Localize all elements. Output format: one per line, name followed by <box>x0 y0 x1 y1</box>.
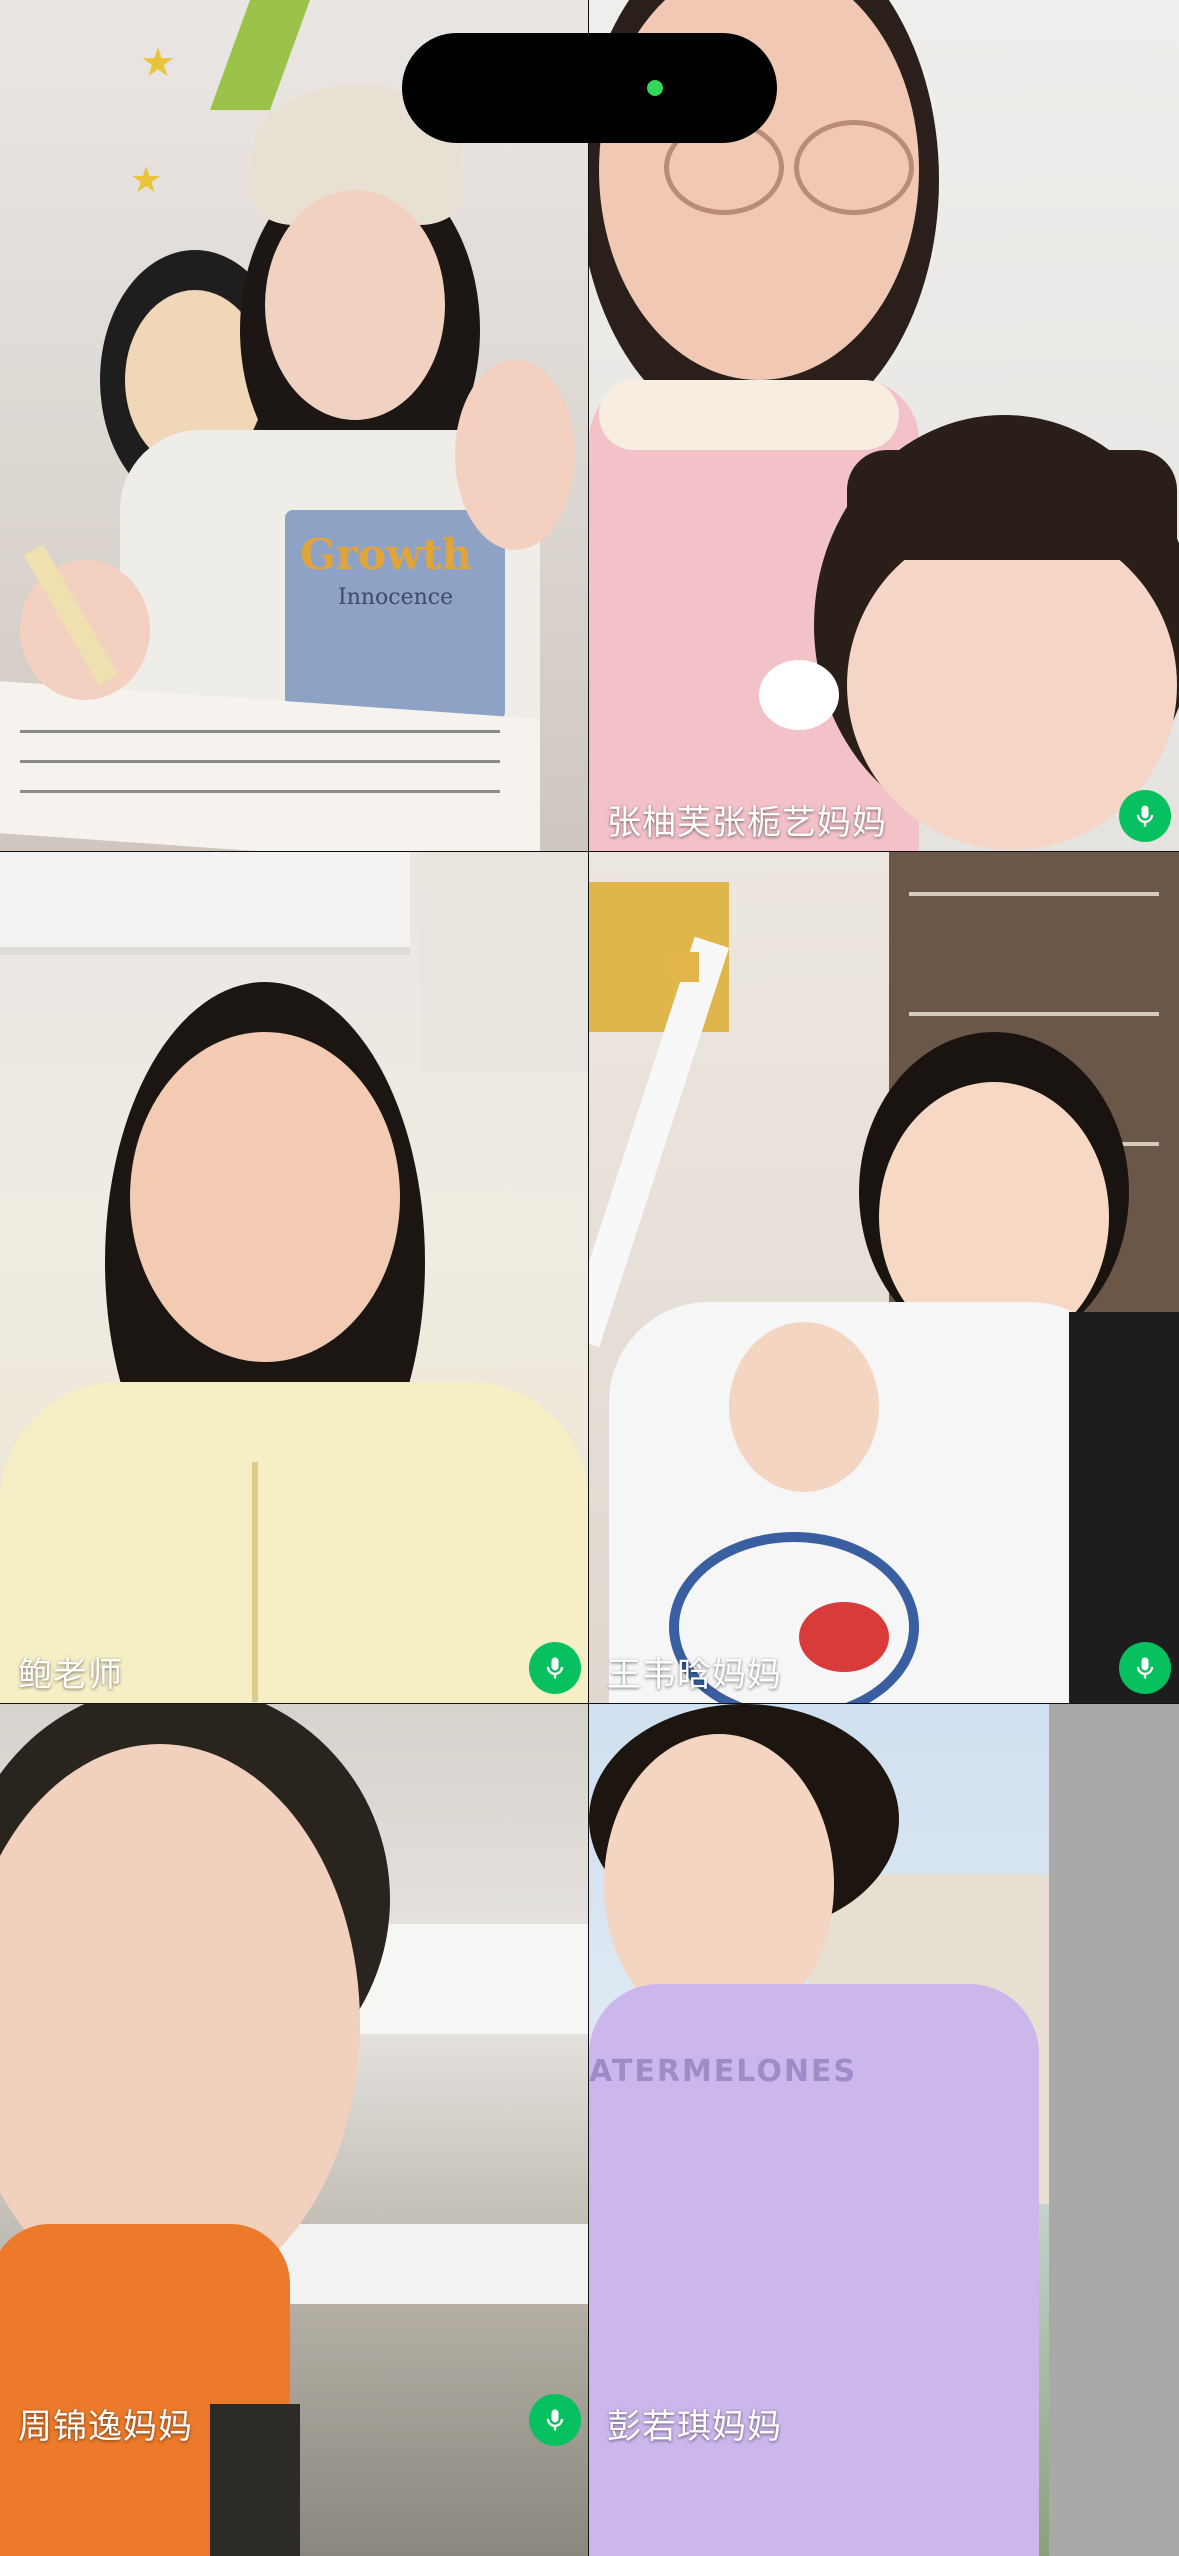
dynamic-island <box>402 33 777 143</box>
participant-label-2: 张柚芙张栀艺妈妈 <box>607 803 887 843</box>
shirt-text-innocence: Innocence <box>338 585 454 610</box>
microphone-icon <box>546 1657 564 1679</box>
microphone-icon <box>1136 805 1154 827</box>
participant-label-4: 王韦晗妈妈 <box>607 1655 782 1695</box>
mic-badge-3[interactable] <box>529 1642 581 1694</box>
camera-indicator-icon <box>647 80 663 96</box>
shirt-text-watermelones: ATERMELONES <box>589 2054 858 2089</box>
mic-badge-2[interactable] <box>1119 790 1171 842</box>
shirt-text-growth: Growth <box>300 530 473 579</box>
video-feed <box>0 852 588 1703</box>
video-grid: ★ ★ Growth Innocence ATERMELONES <box>0 0 1179 2556</box>
participant-label-6: 彭若琪妈妈 <box>607 2407 782 2447</box>
microphone-icon <box>546 2409 564 2431</box>
participant-label-5: 周锦逸妈妈 <box>18 2407 193 2447</box>
video-tile-4[interactable] <box>589 852 1179 1704</box>
participant-label-3: 鲍老师 <box>18 1655 123 1695</box>
mic-badge-5[interactable] <box>529 2394 581 2446</box>
microphone-icon <box>1136 1657 1154 1679</box>
video-tile-3[interactable] <box>0 852 589 1704</box>
video-feed <box>589 852 1179 1703</box>
mic-badge-4[interactable] <box>1119 1642 1171 1694</box>
